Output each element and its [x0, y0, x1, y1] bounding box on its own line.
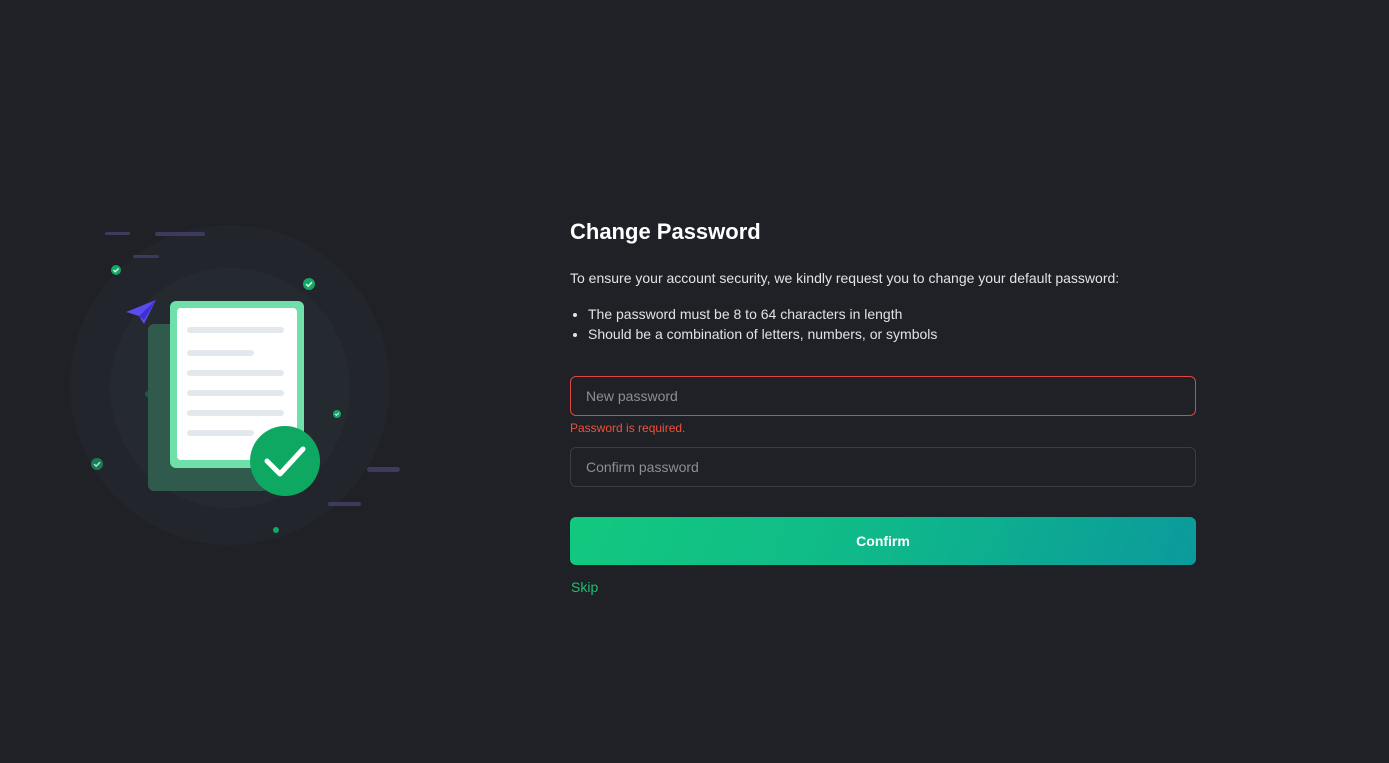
small-check-icon [333, 410, 341, 418]
change-password-page: Change Password To ensure your account s… [0, 0, 1389, 763]
document-check-illustration [60, 220, 410, 550]
confirm-password-input[interactable] [570, 447, 1196, 487]
small-check-icon [111, 265, 121, 275]
confirm-button[interactable]: Confirm [570, 517, 1196, 565]
change-password-form: Change Password To ensure your account s… [570, 218, 1196, 597]
check-circle-icon [250, 426, 320, 496]
new-password-input[interactable] [570, 376, 1196, 416]
skip-link[interactable]: Skip [571, 579, 598, 595]
intro-text: To ensure your account security, we kind… [570, 270, 1120, 286]
new-password-error: Password is required. [570, 421, 686, 435]
small-check-icon [303, 278, 315, 290]
small-check-icon [273, 527, 279, 533]
password-rules: The password must be 8 to 64 characters … [570, 304, 1196, 344]
small-check-icon [91, 458, 103, 470]
page-title: Change Password [570, 219, 761, 244]
rule-item: Should be a combination of letters, numb… [588, 324, 1196, 344]
rule-item: The password must be 8 to 64 characters … [588, 304, 1196, 324]
